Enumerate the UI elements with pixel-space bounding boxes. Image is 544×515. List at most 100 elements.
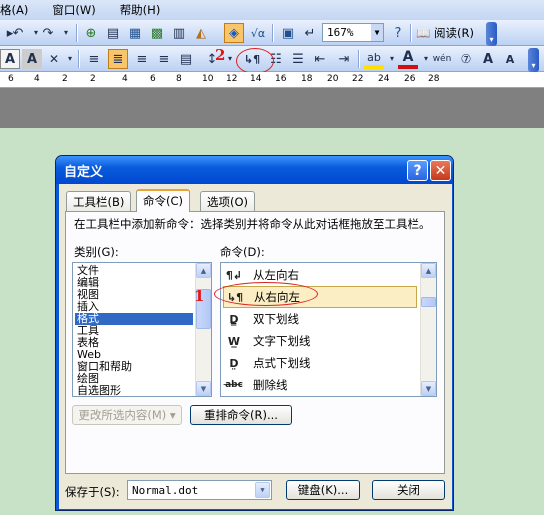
ruler-number: 22: [352, 74, 364, 84]
insert-excel-icon[interactable]: ▩: [147, 23, 167, 43]
hyperlink-icon[interactable]: ⊕: [81, 23, 101, 43]
help-icon[interactable]: ?: [388, 23, 408, 43]
tab-options[interactable]: 选项(O): [200, 191, 256, 211]
ruler-number: 2: [90, 74, 96, 84]
read-button[interactable]: 📖 阅读(R): [413, 23, 477, 43]
chevron-down-icon[interactable]: ▾: [60, 49, 80, 69]
save-in-select[interactable]: Normal.dot ▼: [127, 480, 272, 500]
double-underline-icon: D̳: [229, 312, 239, 326]
toolbar-options-icon[interactable]: ▾: [486, 22, 497, 46]
command-item[interactable]: a̶b̶c̶ 删除线: [223, 374, 417, 396]
zoom-box[interactable]: 167% ▼: [322, 23, 384, 42]
align-center-icon[interactable]: ≡: [132, 49, 152, 69]
equation-icon[interactable]: √α: [248, 23, 268, 43]
rearrange-commands-button[interactable]: 重排命令(R)...: [190, 405, 292, 425]
standard-toolbar: ▸ ↶ ▾ ↷ ▾ ⊕ ▤ ▦ ▩ ▥ ◭ ◈ √α ▣ ↵ 167% ▼ ? …: [0, 20, 544, 46]
scroll-down-icon[interactable]: ▼: [196, 381, 211, 396]
tab-toolbars[interactable]: 工具栏(B): [66, 191, 132, 211]
scroll-down-icon[interactable]: ▼: [421, 381, 436, 396]
command-item[interactable]: W̲ 文字下划线: [223, 330, 417, 352]
decrease-indent-icon[interactable]: ⇤: [310, 49, 330, 69]
commands-label: 命令(D):: [220, 245, 265, 259]
keyboard-button[interactable]: 键盘(K)...: [286, 480, 360, 500]
separator: [272, 24, 273, 42]
ruler-number: 28: [428, 74, 440, 84]
close-icon[interactable]: ✕: [430, 160, 451, 181]
modify-selection-button[interactable]: 更改所选内容(M) ▾: [72, 405, 182, 425]
left-to-right-icon: ¶↲: [225, 268, 243, 282]
ruler-number: 6: [8, 74, 14, 84]
document-map-icon[interactable]: ◈: [224, 23, 244, 43]
help-icon[interactable]: ?: [407, 160, 428, 181]
scroll-thumb[interactable]: [421, 297, 436, 307]
character-shading-icon[interactable]: A: [22, 49, 42, 69]
distributed-icon[interactable]: ▤: [176, 49, 196, 69]
categories-list[interactable]: 文件 编辑 视图 插入 格式 工具 表格 Web 窗口和帮助 绘图 自选图形 ▲…: [72, 262, 212, 397]
align-right-icon[interactable]: ≡: [154, 49, 174, 69]
separator: [76, 24, 77, 42]
command-item[interactable]: D̳ 双下划线: [223, 308, 417, 330]
phonetic-guide-icon[interactable]: wén: [432, 49, 452, 69]
dialog-title: 自定义: [64, 165, 104, 180]
font-color-icon[interactable]: A: [398, 49, 418, 69]
paragraph-mark-icon[interactable]: ↵: [300, 23, 320, 43]
redo-icon[interactable]: ↷: [38, 23, 58, 43]
align-left-icon[interactable]: ≡: [84, 49, 104, 69]
bullets-icon[interactable]: ☰: [288, 49, 308, 69]
show-hide-icon[interactable]: ▣: [278, 23, 298, 43]
insert-table-icon[interactable]: ▦: [125, 23, 145, 43]
increase-indent-icon[interactable]: ⇥: [334, 49, 354, 69]
ruler-number: 2: [62, 74, 68, 84]
ruler-number: 10: [202, 74, 214, 84]
columns-icon[interactable]: ▥: [169, 23, 189, 43]
save-in-value: Normal.dot: [132, 484, 199, 497]
chevron-down-icon[interactable]: ▼: [255, 482, 270, 498]
ruler: 6 4 2 2 4 6 8 10 12 14 16 18 20 22 24 26…: [0, 72, 544, 88]
scroll-up-icon[interactable]: ▲: [196, 263, 211, 278]
chevron-down-icon[interactable]: ▼: [371, 24, 383, 41]
close-button[interactable]: 关闭: [372, 480, 445, 500]
ruler-number: 20: [327, 74, 339, 84]
menu-window[interactable]: 窗口(W): [40, 0, 107, 20]
toolbar-options-icon[interactable]: ▾: [528, 48, 539, 72]
drawing-icon[interactable]: ◭: [191, 23, 211, 43]
enclose-characters-icon[interactable]: ⑦: [456, 49, 476, 69]
undo-icon[interactable]: ↶: [8, 23, 28, 43]
command-label: 删除线: [253, 378, 288, 392]
separator: [410, 24, 411, 42]
shrink-font-icon[interactable]: A: [500, 49, 520, 69]
separator: [78, 50, 79, 68]
separator: [358, 50, 359, 68]
tab-commands[interactable]: 命令(C): [136, 189, 191, 212]
menu-help[interactable]: 帮助(H): [108, 0, 173, 20]
ruler-number: 12: [226, 74, 238, 84]
font-style-a-icon[interactable]: A: [0, 49, 20, 69]
zoom-value: 167%: [327, 26, 354, 39]
ruler-number: 26: [404, 74, 416, 84]
menu-format[interactable]: 格(A): [0, 0, 40, 20]
highlight-ring: [236, 48, 274, 74]
highlight-ring: [214, 282, 318, 306]
category-item[interactable]: 自选图形: [75, 385, 193, 397]
ruler-number: 24: [378, 74, 390, 84]
command-label: 点式下划线: [253, 356, 311, 370]
redo-dropdown-icon[interactable]: ▾: [56, 23, 76, 43]
tables-borders-icon[interactable]: ▤: [103, 23, 123, 43]
ruler-number: 18: [301, 74, 313, 84]
ruler-number: 4: [122, 74, 128, 84]
highlight-icon[interactable]: ab: [364, 49, 384, 69]
command-item[interactable]: D̤ 点式下划线: [223, 352, 417, 374]
customize-dialog: 自定义 ? ✕ 工具栏(B) 命令(C) 选项(O) 在工具栏中添加新命令：选择…: [55, 155, 454, 511]
command-label: 从左向右: [253, 268, 299, 282]
justify-icon[interactable]: ≣: [108, 49, 128, 69]
menu-bar: 格(A) 窗口(W) 帮助(H): [0, 0, 544, 20]
grow-font-icon[interactable]: A: [478, 49, 498, 69]
categories-label: 类别(G):: [74, 245, 119, 259]
dialog-body: 工具栏(B) 命令(C) 选项(O) 在工具栏中添加新命令：选择类别并将命令从此…: [59, 184, 452, 509]
commands-scrollbar[interactable]: ▲ ▼: [420, 263, 436, 396]
scroll-up-icon[interactable]: ▲: [421, 263, 436, 278]
annotation-number-2: 2: [215, 46, 226, 64]
categories-scrollbar[interactable]: ▲ ▼: [195, 263, 211, 396]
annotation-number-1: 1: [194, 287, 205, 305]
dialog-titlebar[interactable]: 自定义: [56, 156, 453, 184]
